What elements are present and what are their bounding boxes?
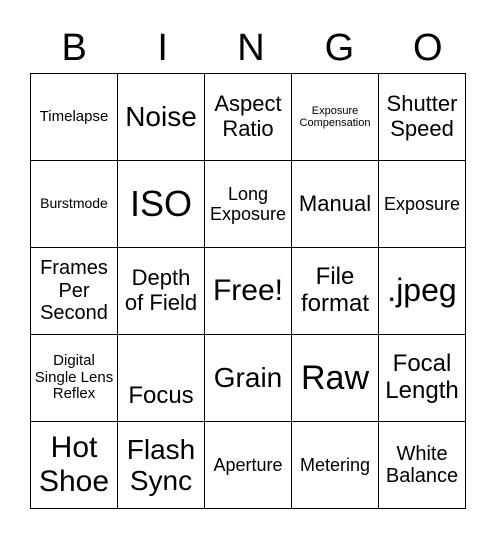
free-cell[interactable]: Free! bbox=[204, 247, 292, 335]
bingo-cell[interactable]: Timelapse bbox=[30, 73, 118, 161]
bingo-grid: Timelapse Noise Aspect Ratio Exposure Co… bbox=[30, 73, 466, 509]
bingo-cell[interactable]: Long Exposure bbox=[204, 160, 292, 248]
grid-row: Burstmode ISO Long Exposure Manual Expos… bbox=[30, 160, 466, 248]
bingo-cell[interactable]: Focus bbox=[117, 334, 205, 422]
bingo-cell[interactable]: Flash Sync bbox=[117, 421, 205, 509]
bingo-cell[interactable]: Focal Length bbox=[378, 334, 466, 422]
header-letter-n: N bbox=[237, 27, 265, 69]
bingo-cell[interactable]: Burstmode bbox=[30, 160, 118, 248]
bingo-cell[interactable]: Aspect Ratio bbox=[204, 73, 292, 161]
bingo-cell[interactable]: Aperture bbox=[204, 421, 292, 509]
bingo-header: B I N G O bbox=[30, 24, 472, 72]
header-letter-i: I bbox=[157, 27, 168, 69]
bingo-cell[interactable]: White Balance bbox=[378, 421, 466, 509]
bingo-cell[interactable]: .jpeg bbox=[378, 247, 466, 335]
bingo-cell[interactable]: ISO bbox=[117, 160, 205, 248]
bingo-cell[interactable]: Noise bbox=[117, 73, 205, 161]
bingo-cell[interactable]: Depth of Field bbox=[117, 247, 205, 335]
bingo-cell[interactable]: Hot Shoe bbox=[30, 421, 118, 509]
header-letter-o: O bbox=[413, 27, 443, 69]
bingo-cell[interactable]: Metering bbox=[291, 421, 379, 509]
bingo-cell[interactable]: Raw bbox=[291, 334, 379, 422]
grid-row: Frames Per Second Depth of Field Free! F… bbox=[30, 247, 466, 335]
bingo-cell[interactable]: Shutter Speed bbox=[378, 73, 466, 161]
bingo-cell[interactable]: Grain bbox=[204, 334, 292, 422]
bingo-cell[interactable]: Manual bbox=[291, 160, 379, 248]
bingo-cell[interactable]: Digital Single Lens Reflex bbox=[30, 334, 118, 422]
bingo-cell[interactable]: File format bbox=[291, 247, 379, 335]
grid-row: Hot Shoe Flash Sync Aperture Metering Wh… bbox=[30, 421, 466, 509]
grid-row: Digital Single Lens Reflex Focus Grain R… bbox=[30, 334, 466, 422]
bingo-cell[interactable]: Frames Per Second bbox=[30, 247, 118, 335]
header-letter-b: B bbox=[61, 27, 87, 69]
bingo-cell[interactable]: Exposure Compensation bbox=[291, 73, 379, 161]
bingo-cell[interactable]: Exposure bbox=[378, 160, 466, 248]
header-letter-g: G bbox=[324, 27, 355, 69]
grid-row: Timelapse Noise Aspect Ratio Exposure Co… bbox=[30, 73, 466, 161]
